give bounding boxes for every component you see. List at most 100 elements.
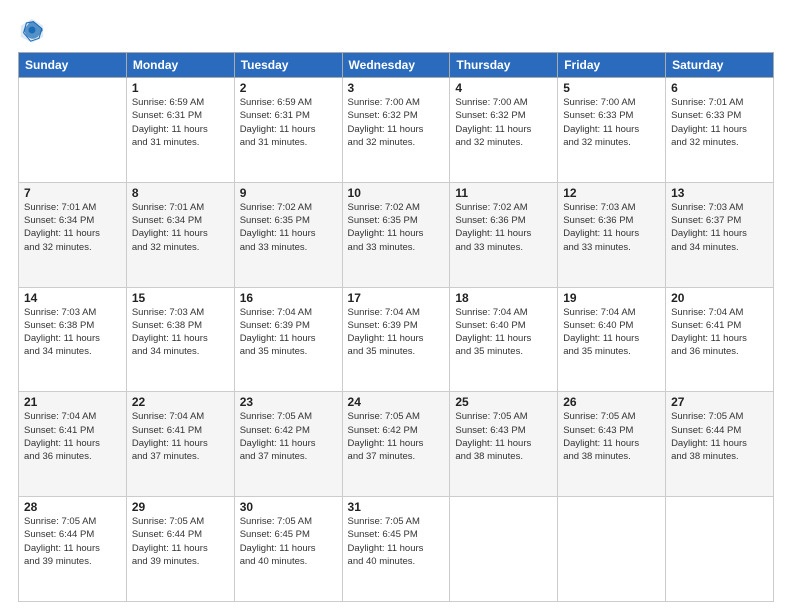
day-number: 11 [455,186,552,200]
calendar-cell: 2Sunrise: 6:59 AM Sunset: 6:31 PM Daylig… [234,78,342,183]
day-number: 27 [671,395,768,409]
calendar-cell: 25Sunrise: 7:05 AM Sunset: 6:43 PM Dayli… [450,392,558,497]
weekday-header-friday: Friday [558,53,666,78]
day-info: Sunrise: 7:04 AM Sunset: 6:40 PM Dayligh… [455,306,552,359]
day-info: Sunrise: 7:02 AM Sunset: 6:35 PM Dayligh… [348,201,445,254]
day-info: Sunrise: 7:04 AM Sunset: 6:39 PM Dayligh… [348,306,445,359]
weekday-header-row: SundayMondayTuesdayWednesdayThursdayFrid… [19,53,774,78]
day-number: 13 [671,186,768,200]
calendar-cell: 10Sunrise: 7:02 AM Sunset: 6:35 PM Dayli… [342,182,450,287]
day-info: Sunrise: 7:03 AM Sunset: 6:38 PM Dayligh… [24,306,121,359]
day-info: Sunrise: 7:02 AM Sunset: 6:35 PM Dayligh… [240,201,337,254]
day-info: Sunrise: 7:05 AM Sunset: 6:43 PM Dayligh… [455,410,552,463]
calendar-cell: 26Sunrise: 7:05 AM Sunset: 6:43 PM Dayli… [558,392,666,497]
day-info: Sunrise: 7:00 AM Sunset: 6:32 PM Dayligh… [348,96,445,149]
day-info: Sunrise: 7:01 AM Sunset: 6:34 PM Dayligh… [24,201,121,254]
calendar-cell: 28Sunrise: 7:05 AM Sunset: 6:44 PM Dayli… [19,497,127,602]
day-number: 21 [24,395,121,409]
calendar-cell: 27Sunrise: 7:05 AM Sunset: 6:44 PM Dayli… [666,392,774,497]
day-info: Sunrise: 7:04 AM Sunset: 6:41 PM Dayligh… [671,306,768,359]
calendar-cell [666,497,774,602]
day-number: 12 [563,186,660,200]
weekday-header-sunday: Sunday [19,53,127,78]
day-info: Sunrise: 7:04 AM Sunset: 6:41 PM Dayligh… [132,410,229,463]
calendar-cell: 9Sunrise: 7:02 AM Sunset: 6:35 PM Daylig… [234,182,342,287]
weekday-header-wednesday: Wednesday [342,53,450,78]
day-number: 23 [240,395,337,409]
day-number: 14 [24,291,121,305]
calendar-cell: 14Sunrise: 7:03 AM Sunset: 6:38 PM Dayli… [19,287,127,392]
calendar-cell: 18Sunrise: 7:04 AM Sunset: 6:40 PM Dayli… [450,287,558,392]
day-number: 6 [671,81,768,95]
day-number: 30 [240,500,337,514]
day-info: Sunrise: 7:02 AM Sunset: 6:36 PM Dayligh… [455,201,552,254]
calendar-week-2: 7Sunrise: 7:01 AM Sunset: 6:34 PM Daylig… [19,182,774,287]
calendar-table: SundayMondayTuesdayWednesdayThursdayFrid… [18,52,774,602]
calendar-cell: 23Sunrise: 7:05 AM Sunset: 6:42 PM Dayli… [234,392,342,497]
day-number: 15 [132,291,229,305]
calendar-cell: 13Sunrise: 7:03 AM Sunset: 6:37 PM Dayli… [666,182,774,287]
day-number: 22 [132,395,229,409]
day-number: 26 [563,395,660,409]
calendar-cell: 11Sunrise: 7:02 AM Sunset: 6:36 PM Dayli… [450,182,558,287]
day-number: 2 [240,81,337,95]
calendar-cell: 24Sunrise: 7:05 AM Sunset: 6:42 PM Dayli… [342,392,450,497]
day-number: 29 [132,500,229,514]
weekday-header-monday: Monday [126,53,234,78]
calendar-cell: 22Sunrise: 7:04 AM Sunset: 6:41 PM Dayli… [126,392,234,497]
calendar-cell: 30Sunrise: 7:05 AM Sunset: 6:45 PM Dayli… [234,497,342,602]
day-number: 25 [455,395,552,409]
day-info: Sunrise: 7:04 AM Sunset: 6:41 PM Dayligh… [24,410,121,463]
day-number: 20 [671,291,768,305]
day-info: Sunrise: 7:00 AM Sunset: 6:32 PM Dayligh… [455,96,552,149]
day-number: 9 [240,186,337,200]
day-number: 19 [563,291,660,305]
day-info: Sunrise: 7:01 AM Sunset: 6:33 PM Dayligh… [671,96,768,149]
day-info: Sunrise: 7:01 AM Sunset: 6:34 PM Dayligh… [132,201,229,254]
calendar-cell [450,497,558,602]
calendar-cell: 4Sunrise: 7:00 AM Sunset: 6:32 PM Daylig… [450,78,558,183]
calendar-cell: 16Sunrise: 7:04 AM Sunset: 6:39 PM Dayli… [234,287,342,392]
calendar-cell: 1Sunrise: 6:59 AM Sunset: 6:31 PM Daylig… [126,78,234,183]
calendar-cell: 17Sunrise: 7:04 AM Sunset: 6:39 PM Dayli… [342,287,450,392]
day-info: Sunrise: 7:05 AM Sunset: 6:45 PM Dayligh… [240,515,337,568]
day-number: 24 [348,395,445,409]
day-number: 3 [348,81,445,95]
weekday-header-saturday: Saturday [666,53,774,78]
calendar-week-1: 1Sunrise: 6:59 AM Sunset: 6:31 PM Daylig… [19,78,774,183]
day-info: Sunrise: 7:03 AM Sunset: 6:37 PM Dayligh… [671,201,768,254]
day-info: Sunrise: 7:00 AM Sunset: 6:33 PM Dayligh… [563,96,660,149]
day-number: 28 [24,500,121,514]
logo-icon [18,16,46,44]
day-info: Sunrise: 7:05 AM Sunset: 6:42 PM Dayligh… [240,410,337,463]
day-number: 8 [132,186,229,200]
calendar-cell: 7Sunrise: 7:01 AM Sunset: 6:34 PM Daylig… [19,182,127,287]
calendar-week-5: 28Sunrise: 7:05 AM Sunset: 6:44 PM Dayli… [19,497,774,602]
day-number: 10 [348,186,445,200]
weekday-header-tuesday: Tuesday [234,53,342,78]
day-info: Sunrise: 7:03 AM Sunset: 6:38 PM Dayligh… [132,306,229,359]
calendar-cell: 29Sunrise: 7:05 AM Sunset: 6:44 PM Dayli… [126,497,234,602]
calendar-cell: 5Sunrise: 7:00 AM Sunset: 6:33 PM Daylig… [558,78,666,183]
weekday-header-thursday: Thursday [450,53,558,78]
day-info: Sunrise: 7:05 AM Sunset: 6:44 PM Dayligh… [24,515,121,568]
calendar-week-3: 14Sunrise: 7:03 AM Sunset: 6:38 PM Dayli… [19,287,774,392]
calendar-cell: 31Sunrise: 7:05 AM Sunset: 6:45 PM Dayli… [342,497,450,602]
day-info: Sunrise: 7:04 AM Sunset: 6:40 PM Dayligh… [563,306,660,359]
day-number: 7 [24,186,121,200]
day-number: 4 [455,81,552,95]
calendar-cell: 12Sunrise: 7:03 AM Sunset: 6:36 PM Dayli… [558,182,666,287]
calendar-cell: 15Sunrise: 7:03 AM Sunset: 6:38 PM Dayli… [126,287,234,392]
day-number: 18 [455,291,552,305]
day-number: 1 [132,81,229,95]
day-info: Sunrise: 7:03 AM Sunset: 6:36 PM Dayligh… [563,201,660,254]
day-number: 17 [348,291,445,305]
header [18,16,774,44]
calendar-cell: 19Sunrise: 7:04 AM Sunset: 6:40 PM Dayli… [558,287,666,392]
day-info: Sunrise: 6:59 AM Sunset: 6:31 PM Dayligh… [132,96,229,149]
day-info: Sunrise: 7:05 AM Sunset: 6:43 PM Dayligh… [563,410,660,463]
calendar-cell: 8Sunrise: 7:01 AM Sunset: 6:34 PM Daylig… [126,182,234,287]
day-info: Sunrise: 7:05 AM Sunset: 6:44 PM Dayligh… [132,515,229,568]
calendar-cell: 3Sunrise: 7:00 AM Sunset: 6:32 PM Daylig… [342,78,450,183]
calendar-week-4: 21Sunrise: 7:04 AM Sunset: 6:41 PM Dayli… [19,392,774,497]
